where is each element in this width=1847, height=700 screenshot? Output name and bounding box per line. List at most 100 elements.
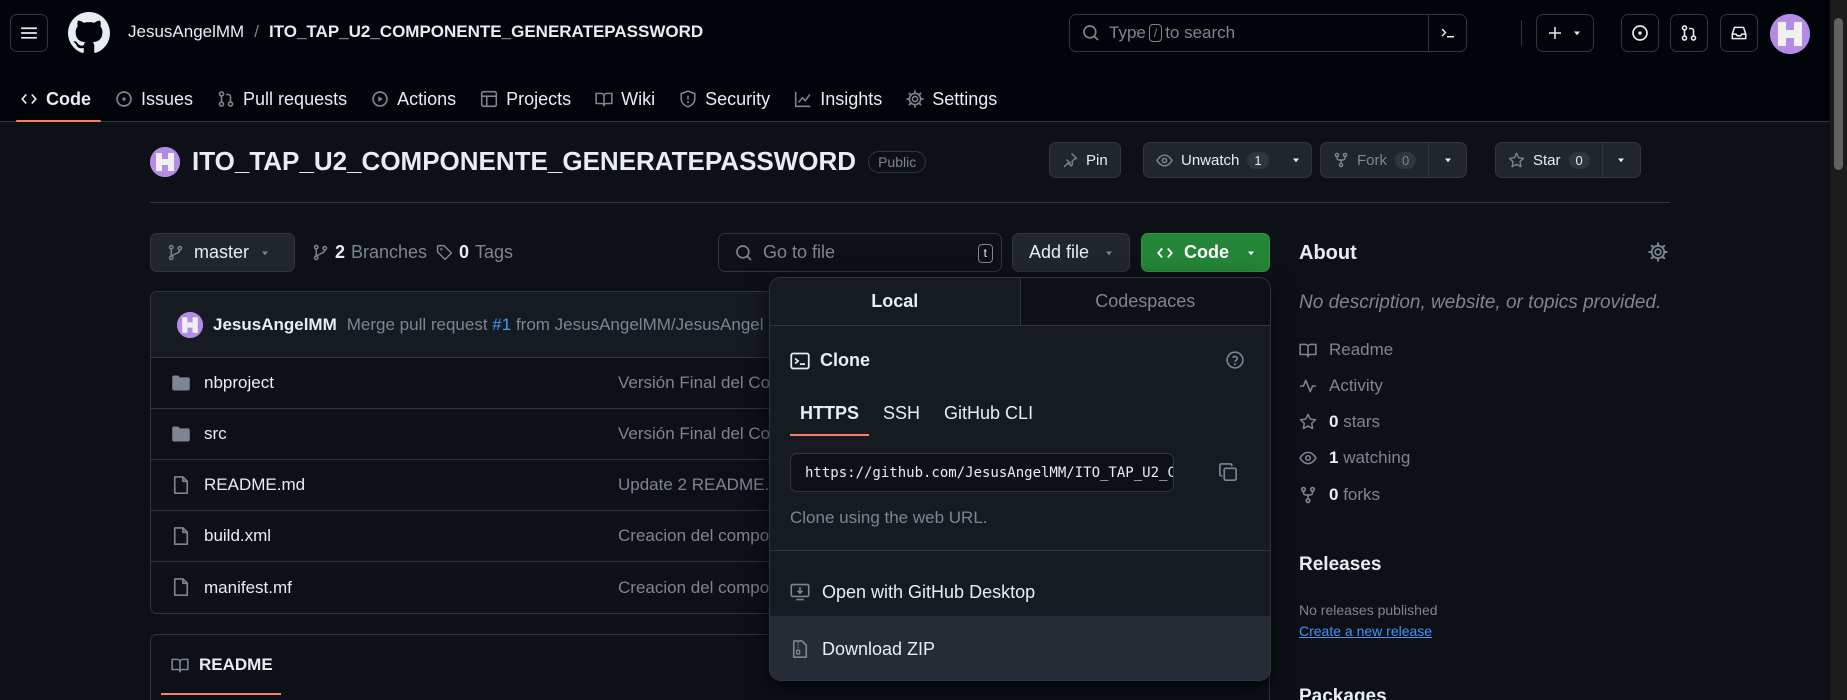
menu-button[interactable] — [10, 14, 48, 52]
page-title[interactable]: ITO_TAP_U2_COMPONENTE_GENERATEPASSWORD — [192, 146, 856, 177]
commit-author[interactable]: JesusAngelMM — [213, 315, 337, 335]
commit-pr-link[interactable]: #1 — [492, 315, 511, 334]
tab-insights[interactable]: Insights — [782, 76, 894, 122]
tab-codespaces[interactable]: Codespaces — [1020, 278, 1270, 325]
open-desktop-button[interactable]: Open with GitHub Desktop — [770, 562, 1270, 622]
about-description: No description, website, or topics provi… — [1299, 292, 1662, 313]
scrollbar-thumb[interactable] — [1834, 18, 1843, 170]
tab-ssh[interactable]: SSH — [873, 396, 930, 431]
branches-link[interactable]: 2 Branches — [312, 242, 427, 263]
file-commit-message[interactable]: Creacion del compo — [618, 526, 769, 546]
forks-count: 0 — [1395, 151, 1417, 169]
tab-https[interactable]: HTTPS — [790, 396, 870, 436]
tab-issues-label: Issues — [141, 88, 194, 109]
triangle-down-icon — [262, 251, 269, 255]
create-new-button[interactable] — [1536, 14, 1594, 52]
visibility-badge: Public — [868, 150, 927, 173]
forks-link[interactable]: 0 forks — [1299, 485, 1380, 505]
pin-button[interactable]: Pin — [1049, 142, 1121, 178]
file-name[interactable]: nbproject — [204, 373, 274, 393]
file-icon — [173, 476, 189, 494]
tab-pull-requests[interactable]: Pull requests — [205, 76, 359, 122]
unwatch-dropdown[interactable] — [1281, 143, 1311, 177]
avatar[interactable] — [1770, 14, 1810, 54]
commit-message-post: from JesusAngelMM/JesusAngel — [515, 314, 764, 334]
file-name[interactable]: build.xml — [204, 526, 271, 546]
go-to-file-input[interactable]: Go to file t — [718, 233, 1002, 272]
breadcrumb-separator: / — [254, 22, 259, 41]
fork-label: Fork — [1357, 151, 1387, 169]
download-zip-button[interactable]: Download ZIP — [770, 616, 1270, 680]
header-divider-line — [150, 202, 1670, 203]
terminal-icon — [790, 352, 810, 369]
fork-button[interactable]: Fork 0 — [1320, 142, 1468, 178]
branch-selector[interactable]: master — [150, 233, 295, 272]
star-button[interactable]: Star 0 — [1495, 142, 1641, 178]
clone-dropdown-tabs: Local Codespaces — [770, 278, 1270, 326]
commit-message-pre: Merge pull request — [346, 314, 488, 334]
clone-url-field[interactable]: https://github.com/JesusAngelMM/ITO_TAP_… — [790, 453, 1174, 492]
tab-code[interactable]: Code — [8, 76, 103, 122]
readme-tab[interactable]: README — [171, 655, 273, 675]
clone-dropdown-divider — [770, 550, 1270, 551]
file-name[interactable]: README.md — [204, 475, 305, 495]
code-button[interactable]: Code — [1141, 233, 1270, 272]
pull-request-icon — [218, 91, 234, 107]
search-input[interactable]: Type / to search — [1069, 14, 1467, 52]
tab-settings[interactable]: Settings — [894, 76, 1009, 122]
file-name[interactable]: manifest.mf — [204, 578, 292, 598]
stars-link[interactable]: 0 stars — [1299, 412, 1380, 432]
global-header: JesusAngelMM / ITO_TAP_U2_COMPONENTE_GEN… — [0, 0, 1830, 122]
add-file-button[interactable]: Add file — [1012, 233, 1130, 272]
code-icon — [1157, 247, 1173, 258]
command-palette-button[interactable] — [1428, 15, 1466, 51]
tab-issues[interactable]: Issues — [103, 76, 205, 122]
github-logo-icon[interactable] — [68, 12, 110, 54]
tags-link[interactable]: 0 Tags — [436, 242, 513, 263]
issue-icon — [116, 91, 132, 107]
star-dropdown[interactable] — [1601, 143, 1640, 177]
copy-url-button[interactable] — [1218, 462, 1238, 482]
breadcrumb-repo[interactable]: ITO_TAP_U2_COMPONENTE_GENERATEPASSWORD — [269, 22, 703, 42]
clone-hint: Clone using the web URL. — [790, 508, 988, 527]
readme-link[interactable]: Readme — [1299, 340, 1393, 360]
issues-button[interactable] — [1621, 14, 1659, 52]
tab-actions[interactable]: Actions — [359, 76, 468, 122]
commit-message[interactable]: Merge pull request #1 from JesusAngelMM/… — [347, 315, 764, 335]
tags-label: Tags — [475, 242, 514, 262]
file-commit-message[interactable]: Versión Final del Co — [618, 424, 770, 444]
pull-requests-button[interactable] — [1670, 14, 1708, 52]
packages-heading[interactable]: Packages — [1299, 686, 1387, 700]
page-scrollbar[interactable] — [1830, 0, 1847, 700]
releases-heading[interactable]: Releases — [1299, 554, 1381, 576]
branch-name: master — [194, 242, 250, 262]
tab-security[interactable]: Security — [667, 76, 782, 122]
file-commit-message[interactable]: Versión Final del Co — [618, 373, 770, 393]
watching-link[interactable]: 1 watching — [1299, 448, 1410, 468]
create-release-link[interactable]: Create a new release — [1299, 623, 1432, 639]
branches-count: 2 — [335, 242, 346, 262]
search-placeholder-post: to search — [1165, 23, 1236, 42]
file-name[interactable]: src — [204, 424, 227, 444]
commit-author-avatar[interactable] — [177, 311, 203, 338]
tab-local[interactable]: Local — [770, 278, 1021, 325]
tab-code-label: Code — [46, 88, 91, 109]
tags-count: 0 — [459, 242, 470, 262]
tab-wiki[interactable]: Wiki — [583, 76, 667, 122]
triangle-down-icon — [1292, 158, 1299, 163]
tab-github-cli[interactable]: GitHub CLI — [934, 396, 1043, 431]
clone-help-button[interactable] — [1225, 350, 1245, 370]
unwatch-button[interactable]: Unwatch 1 — [1143, 142, 1312, 178]
tab-projects[interactable]: Projects — [468, 76, 583, 122]
fork-dropdown[interactable] — [1428, 143, 1466, 177]
file-commit-message[interactable]: Creacion del compo — [618, 578, 769, 598]
repo-owner-avatar[interactable] — [150, 146, 180, 177]
breadcrumb-owner[interactable]: JesusAngelMM — [128, 22, 244, 42]
pulse-icon — [1300, 379, 1316, 393]
file-commit-message[interactable]: Update 2 README.r — [618, 475, 775, 495]
inbox-button[interactable] — [1720, 14, 1758, 52]
search-placeholder-pre: Type — [1109, 23, 1146, 42]
edit-about-button[interactable] — [1648, 242, 1668, 262]
activity-link[interactable]: Activity — [1299, 376, 1383, 396]
file-icon — [173, 578, 189, 596]
